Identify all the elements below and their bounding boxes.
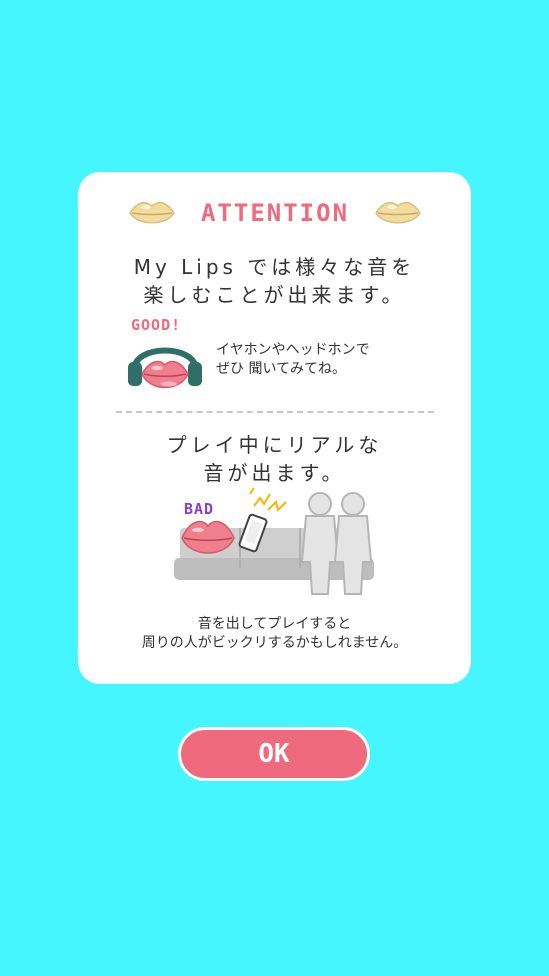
dashed-divider <box>116 411 434 413</box>
ok-button[interactable]: OK <box>178 727 370 781</box>
intro-text: My Lips では様々な音を 楽しむことが出来ます。 <box>133 255 416 307</box>
dialog-title: ATTENTION <box>200 199 350 227</box>
warning-text: プレイ中にリアルな 音が出ます。 <box>166 433 383 485</box>
good-text: イヤホンやヘッドホンで ぜひ 聞いてみてね。 <box>216 342 370 377</box>
gold-lips-icon <box>129 201 175 224</box>
bad-label: BAD <box>184 500 215 518</box>
bad-text: 音を出してプレイすると 周りの人がビックリするかもしれません。 <box>141 616 408 651</box>
gold-lips-icon <box>375 201 421 224</box>
dialog-title-row: ATTENTION <box>0 196 549 230</box>
lips-with-headphones-icon <box>128 347 202 389</box>
attention-dialog <box>78 172 471 684</box>
